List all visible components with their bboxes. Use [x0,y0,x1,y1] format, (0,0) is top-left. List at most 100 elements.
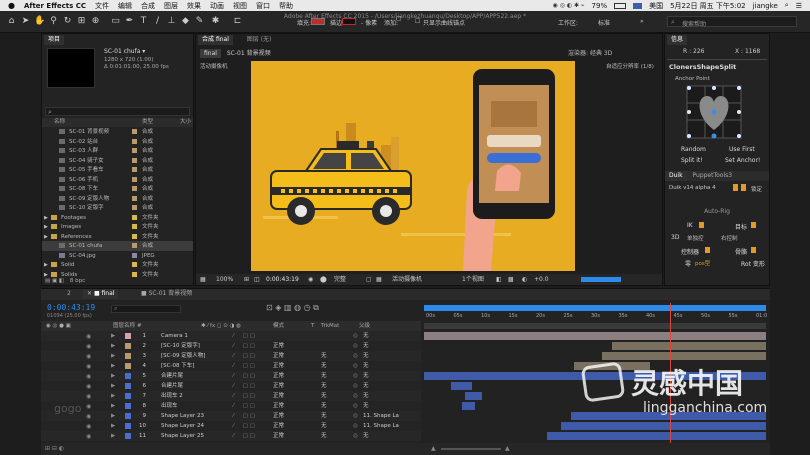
layer-label-color[interactable] [125,423,131,429]
layer-name[interactable]: [SC-08 下车] [161,361,194,371]
work-area-bar[interactable] [424,305,766,311]
timeline-layer-row[interactable]: ◉ ▶ 3 [SC-09 定版人物] ⁄ ▢ ▢ 正常无 ◎ 无 [41,351,421,361]
project-item[interactable]: SC-01 chufa 合成 [42,241,193,251]
eye-icon[interactable]: ◉ [86,432,91,442]
view-camera-select[interactable]: 活动摄像机 [392,274,422,285]
home-icon[interactable]: ⌂ [6,16,17,27]
expand-arrow-icon[interactable]: ▶ [44,222,48,232]
timeline-search-input[interactable]: ⌕ [111,305,181,313]
camera-snapshot-icon[interactable]: ◉ [308,274,313,285]
apple-icon[interactable]: ● [8,1,15,10]
col-layer-name[interactable]: 图层名称 [113,321,135,331]
layer-name[interactable]: 出现车 2 [161,391,183,401]
pickwhip-icon[interactable]: ◎ [353,391,358,401]
layer-duration-bar[interactable] [601,352,766,360]
label-color[interactable] [132,195,137,201]
help-search-input[interactable]: 搜索帮助 [682,19,706,28]
fill-swatch[interactable] [311,18,325,25]
project-item[interactable]: SC-02 站台 合成 [42,137,193,147]
layer-label-color[interactable] [125,333,131,339]
label-color[interactable] [132,252,137,258]
switch-icons[interactable]: ⁄ ▢ ▢ [233,351,255,361]
layer-parent[interactable]: 无 [363,371,369,381]
label-color[interactable] [132,243,137,248]
views-select[interactable]: 1个视图 [462,274,484,285]
anchor-grid[interactable] [685,84,743,140]
pen-tool-icon[interactable]: ✒ [124,16,135,27]
pickwhip-icon[interactable]: ◎ [353,411,358,421]
tab-2[interactable]: 2 [63,289,75,299]
rotate-tool-icon[interactable]: ↻ [62,16,73,27]
project-search-input[interactable]: ⌕ [45,107,190,116]
bone-button[interactable]: 骨骼 [735,247,747,256]
layer-name[interactable]: Shape Layer 25 [161,431,204,441]
add-dropdown-icon[interactable]: ▢ [396,15,402,22]
menu-effect[interactable]: 效果 [187,1,201,11]
tab-sc01[interactable]: ■ SC-01 背景视频 [137,289,196,299]
info-tab[interactable]: 信息 [667,35,688,45]
menu-view[interactable]: 视图 [233,1,247,11]
timeline-layer-row[interactable]: ◉ ▶ 4 [SC-08 下车] ⁄ ▢ ▢ 正常无 ◎ 无 [41,361,421,371]
clone-stamp-tool-icon[interactable]: ⊥ [166,16,177,27]
layer-mode[interactable]: 正常 [273,351,284,361]
viewer-timecode[interactable]: 0:00:43:19 [266,274,299,285]
comp-name[interactable]: SC-01 chufa ▾ [104,48,145,55]
project-item[interactable]: SC-05 手看车 合成 [42,165,193,175]
layer-label-color[interactable] [125,343,131,349]
fast-preview-icon[interactable]: ▩ [508,274,514,285]
zoom-slider[interactable] [441,448,501,450]
pickwhip-icon[interactable]: ◎ [353,361,358,371]
zoom-tool-icon[interactable]: ⚲ [48,16,59,27]
label-color[interactable] [132,148,137,153]
duik-icon[interactable] [733,184,738,191]
use-first-button[interactable]: Use First [729,146,755,153]
expand-arrow-icon[interactable]: ▶ [111,341,115,351]
layer-mode[interactable]: 正常 [273,431,284,441]
layer-parent[interactable]: 11. Shape La [363,421,399,431]
layer-trkmat[interactable]: 无 [321,381,327,391]
switch-icons[interactable]: ⁄ ▢ ▢ [233,331,255,341]
expand-arrow-icon[interactable]: ▶ [44,260,48,270]
layer-duration-bar[interactable] [547,432,766,440]
layer-duration-bar[interactable] [560,422,766,430]
random-button[interactable]: Random [681,146,706,153]
tab-puppettools[interactable]: PuppetTools3 [689,171,737,181]
rtl-checkbox[interactable]: ☐ [415,18,420,25]
layer-parent[interactable]: 无 [363,391,369,401]
layer-name[interactable]: Shape Layer 24 [161,421,204,431]
menu-file[interactable]: 文件 [95,1,109,11]
layer-trkmat[interactable]: 无 [321,431,327,441]
selection-tool-icon[interactable]: ➤ [20,16,31,27]
layer-mode[interactable]: 正常 [273,411,284,421]
switch-icons[interactable]: ⁄ ▢ ▢ [233,341,255,351]
project-item[interactable]: ▶ Footages 文件夹 [42,213,193,223]
label-color[interactable] [132,157,137,163]
stroke-swatch[interactable] [342,18,356,25]
label-color[interactable] [132,233,137,239]
workspace-chevron-icon[interactable]: » [640,18,644,25]
col-type[interactable]: 类型 [142,118,153,127]
folder-new-icon[interactable]: ▣ [52,278,57,284]
layer-label-color[interactable] [125,403,131,409]
renderer-value[interactable]: 经典 3D [590,50,612,57]
layer-mode[interactable]: 正常 [273,381,284,391]
target-button[interactable]: 目标 [735,222,747,231]
switch-icons[interactable]: ⁄ ▢ ▢ [233,391,255,401]
timeline-switch-icons[interactable]: ⊡ ◈ ▥ ◍ ◷ ⧉ [266,303,319,313]
pickwhip-icon[interactable]: ◎ [353,381,358,391]
layer-duration-bar[interactable] [465,392,483,400]
roto-brush-tool-icon[interactable]: ✎ [194,16,205,27]
ik-button[interactable]: IK [687,222,693,229]
label-color[interactable] [132,271,137,277]
project-tab[interactable]: 项目 [44,35,65,45]
layer-parent[interactable]: 无 [363,341,369,351]
layer-label-color[interactable] [125,373,131,379]
close-icon[interactable]: ✕ [87,290,92,297]
list-icon[interactable]: ☰ [796,2,802,10]
project-item[interactable]: ▶ Solid 文件夹 [42,260,193,270]
timeline-layer-row[interactable]: ◉ ▶ 5 合建片尾 ⁄ ▢ ▢ 正常无 ◎ 无 [41,371,421,381]
switch-icons[interactable]: ⁄ ▢ ▢ [233,371,255,381]
breadcrumb-item[interactable]: SC-01 背景视频 [227,50,271,57]
layer-label-color[interactable] [125,363,131,369]
comp-canvas[interactable] [251,61,575,271]
